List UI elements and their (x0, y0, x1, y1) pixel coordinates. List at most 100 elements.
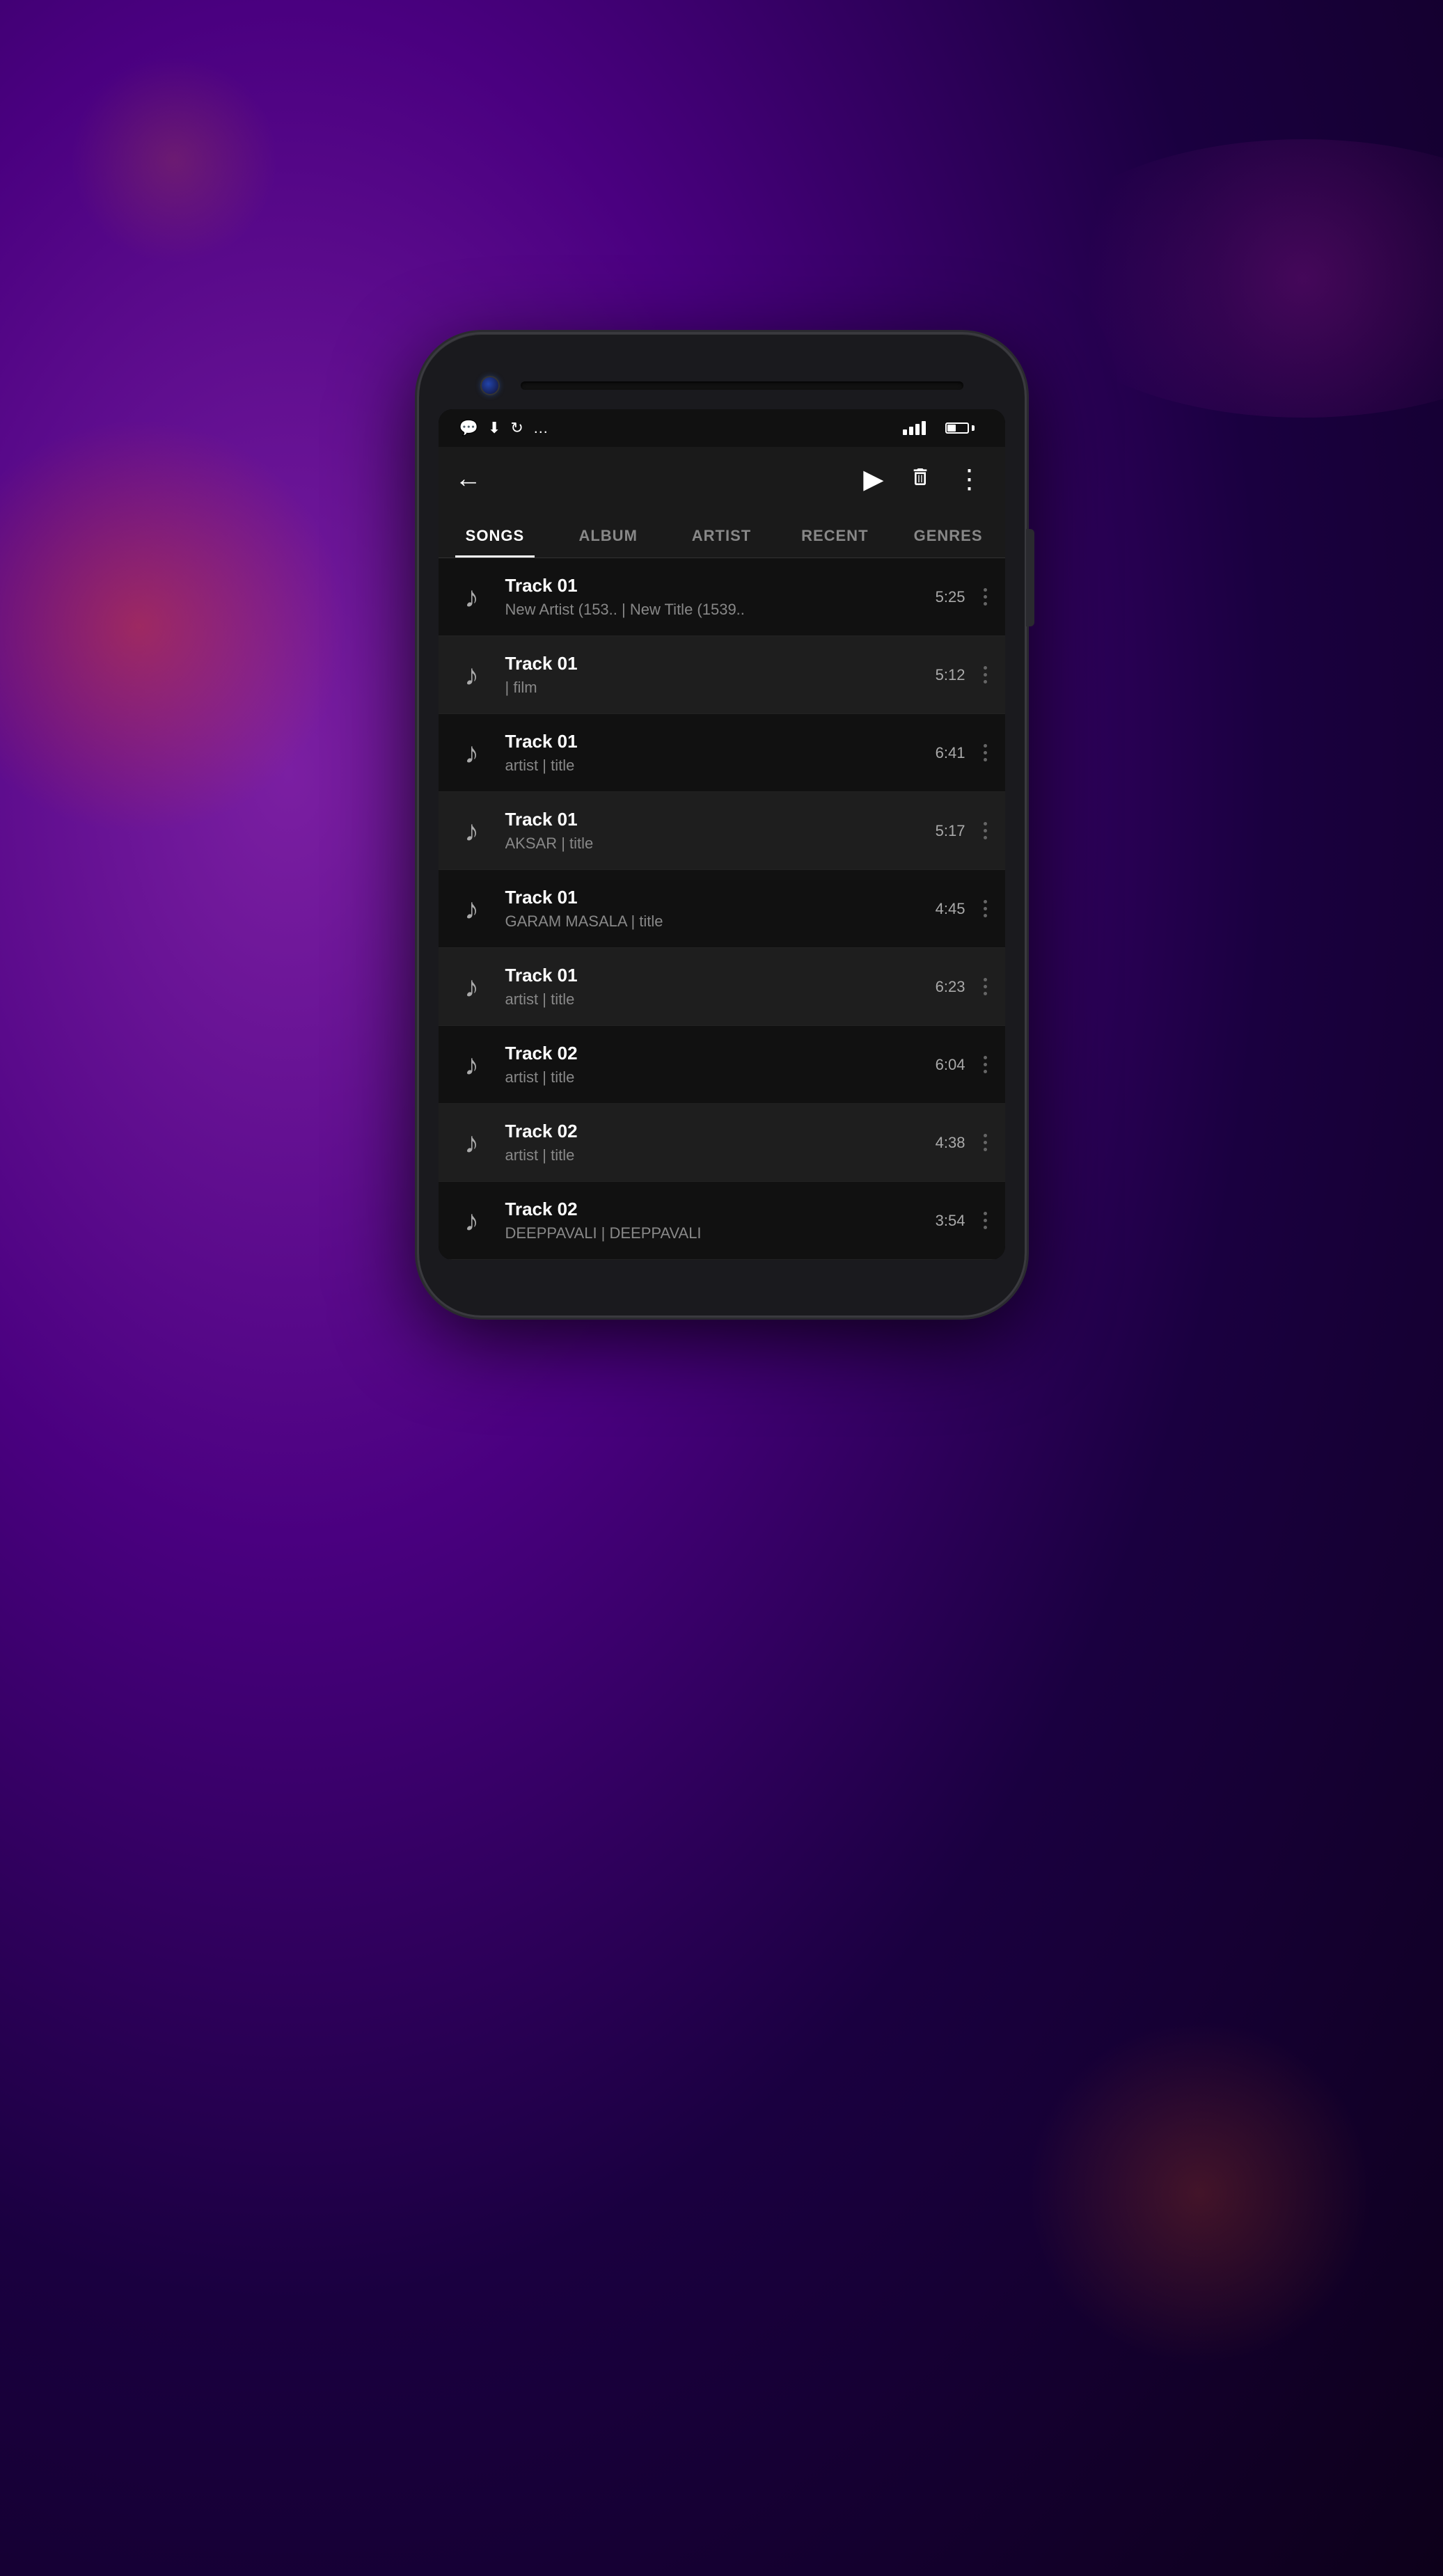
back-button[interactable]: ← (455, 464, 482, 494)
song-subtitle: New Artist (153.. | New Title (1539.. (505, 601, 904, 619)
song-subtitle: DEEPPAVALI | DEEPPAVALI (505, 1224, 904, 1242)
song-track-name: Track 01 (505, 809, 904, 830)
song-more-button[interactable] (978, 741, 993, 764)
music-note-icon: ♪ (464, 658, 479, 692)
battery-icon (945, 422, 975, 434)
list-item[interactable]: ♪ Track 02 DEEPPAVALI | DEEPPAVALI 3:54 (439, 1182, 1005, 1260)
tab-album[interactable]: ALBUM (551, 512, 665, 558)
song-more-button[interactable] (978, 897, 993, 920)
song-track-name: Track 01 (505, 965, 904, 986)
bg-blob-4 (70, 56, 278, 264)
song-duration: 5:25 (917, 588, 965, 606)
list-item[interactable]: ♪ Track 01 | film 5:12 (439, 636, 1005, 714)
song-info: Track 01 GARAM MASALA | title (505, 887, 904, 931)
song-more-button[interactable] (978, 1209, 993, 1232)
music-icon-wrap: ♪ (451, 1122, 493, 1164)
status-bar: 💬 ⬇ ↻ … (439, 409, 1005, 447)
music-icon-wrap: ♪ (451, 810, 493, 852)
song-list: ♪ Track 01 New Artist (153.. | New Title… (439, 558, 1005, 1260)
list-item[interactable]: ♪ Track 01 artist | title 6:23 (439, 948, 1005, 1026)
song-duration: 3:54 (917, 1212, 965, 1230)
list-item[interactable]: ♪ Track 02 artist | title 6:04 (439, 1026, 1005, 1104)
list-item[interactable]: ♪ Track 01 GARAM MASALA | title 4:45 (439, 870, 1005, 948)
song-subtitle: artist | title (505, 1068, 904, 1086)
music-note-icon: ♪ (464, 970, 479, 1004)
bg-blob-3 (1025, 2019, 1373, 2367)
song-track-name: Track 02 (505, 1043, 904, 1064)
list-item[interactable]: ♪ Track 02 artist | title 4:38 (439, 1104, 1005, 1182)
song-duration: 6:41 (917, 744, 965, 762)
music-note-icon: ♪ (464, 580, 479, 614)
navigation-tabs: SONGS ALBUM ARTIST RECENT GENRES (439, 512, 1005, 558)
song-more-button[interactable] (978, 819, 993, 842)
download-icon: ⬇ (488, 419, 500, 437)
music-note-icon: ♪ (464, 814, 479, 848)
song-info: Track 02 artist | title (505, 1121, 904, 1164)
song-info: Track 01 artist | title (505, 731, 904, 775)
list-item[interactable]: ♪ Track 01 AKSAR | title 5:17 (439, 792, 1005, 870)
music-icon-wrap: ♪ (451, 732, 493, 774)
song-more-button[interactable] (978, 975, 993, 998)
music-icon-wrap: ♪ (451, 654, 493, 696)
music-icon-wrap: ♪ (451, 1044, 493, 1086)
phone-top-bezel (439, 376, 1005, 395)
phone-device: 💬 ⬇ ↻ … (419, 334, 1025, 1315)
song-info: Track 01 artist | title (505, 965, 904, 1009)
tab-recent[interactable]: RECENT (778, 512, 892, 558)
status-notifications: 💬 ⬇ ↻ … (459, 419, 549, 437)
list-item[interactable]: ♪ Track 01 artist | title 6:41 (439, 714, 1005, 792)
song-duration: 6:04 (917, 1056, 965, 1074)
music-note-icon: ♪ (464, 892, 479, 926)
list-item[interactable]: ♪ Track 01 New Artist (153.. | New Title… (439, 558, 1005, 636)
song-track-name: Track 01 (505, 653, 904, 674)
delete-button[interactable] (904, 460, 937, 499)
sync-icon: ↻ (510, 419, 523, 437)
music-icon-wrap: ♪ (451, 1200, 493, 1242)
overflow-menu-button[interactable]: ⋮ (951, 458, 988, 500)
song-duration: 6:23 (917, 978, 965, 996)
song-info: Track 01 | film (505, 653, 904, 697)
song-more-button[interactable] (978, 1053, 993, 1076)
signal-icon (903, 421, 926, 435)
song-duration: 4:38 (917, 1134, 965, 1152)
music-note-icon: ♪ (464, 1048, 479, 1082)
song-subtitle: | film (505, 679, 904, 697)
play-button[interactable]: ▶ (858, 458, 889, 500)
song-duration: 4:45 (917, 900, 965, 918)
song-subtitle: artist | title (505, 1146, 904, 1164)
song-subtitle: AKSAR | title (505, 835, 904, 853)
camera-icon (480, 376, 500, 395)
tab-songs[interactable]: SONGS (439, 512, 552, 558)
song-track-name: Track 02 (505, 1121, 904, 1142)
song-info: Track 01 New Artist (153.. | New Title (… (505, 575, 904, 619)
music-note-icon: ♪ (464, 1126, 479, 1160)
song-track-name: Track 01 (505, 887, 904, 908)
music-icon-wrap: ♪ (451, 888, 493, 930)
music-note-icon: ♪ (464, 736, 479, 770)
music-icon-wrap: ♪ (451, 966, 493, 1008)
music-icon-wrap: ♪ (451, 576, 493, 618)
more-notifications: … (533, 419, 549, 437)
whatsapp-icon: 💬 (459, 419, 478, 437)
music-note-icon: ♪ (464, 1204, 479, 1238)
song-subtitle: artist | title (505, 990, 904, 1009)
song-info: Track 02 DEEPPAVALI | DEEPPAVALI (505, 1199, 904, 1242)
song-subtitle: artist | title (505, 757, 904, 775)
song-track-name: Track 01 (505, 731, 904, 752)
song-more-button[interactable] (978, 585, 993, 608)
status-right (903, 421, 984, 435)
app-toolbar: ← ▶ ⋮ (439, 447, 1005, 512)
song-more-button[interactable] (978, 663, 993, 686)
song-info: Track 02 artist | title (505, 1043, 904, 1086)
song-track-name: Track 01 (505, 575, 904, 596)
song-subtitle: GARAM MASALA | title (505, 912, 904, 931)
phone-screen: 💬 ⬇ ↻ … (439, 409, 1005, 1260)
song-duration: 5:12 (917, 666, 965, 684)
song-info: Track 01 AKSAR | title (505, 809, 904, 853)
tab-artist[interactable]: ARTIST (665, 512, 778, 558)
song-more-button[interactable] (978, 1131, 993, 1154)
speaker-grille (521, 381, 963, 390)
phone-body: 💬 ⬇ ↻ … (419, 334, 1025, 1315)
tab-genres[interactable]: GENRES (892, 512, 1005, 558)
song-track-name: Track 02 (505, 1199, 904, 1220)
